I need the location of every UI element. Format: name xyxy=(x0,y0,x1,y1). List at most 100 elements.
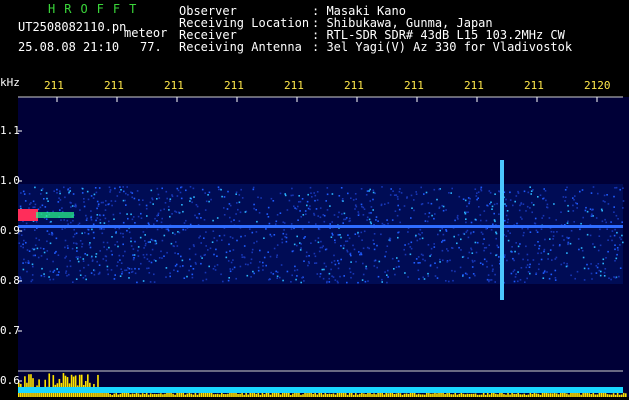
noise-speckle xyxy=(543,250,545,253)
noise-speckle xyxy=(167,228,169,230)
noise-speckle xyxy=(75,256,78,258)
noise-speckle xyxy=(281,238,283,241)
noise-speckle xyxy=(177,231,179,233)
noise-speckle xyxy=(89,246,92,249)
noise-speckle xyxy=(147,267,150,269)
noise-speckle xyxy=(524,281,526,283)
noise-speckle xyxy=(373,248,376,251)
noise-speckle xyxy=(491,270,494,272)
noise-speckle xyxy=(355,260,357,263)
noise-speckle xyxy=(153,273,155,276)
noise-speckle xyxy=(132,258,135,261)
noise-speckle xyxy=(404,253,407,256)
noise-speckle xyxy=(495,237,497,240)
activity-bar xyxy=(326,394,329,397)
activity-bar xyxy=(564,392,566,397)
noise-speckle xyxy=(262,261,264,264)
activity-bar xyxy=(383,394,385,397)
noise-speckle xyxy=(65,255,67,258)
noise-speckle xyxy=(223,214,226,216)
noise-speckle xyxy=(517,190,519,193)
noise-speckle xyxy=(96,207,98,210)
noise-speckle xyxy=(512,204,514,207)
activity-bar xyxy=(478,394,481,397)
noise-speckle xyxy=(398,190,401,193)
noise-speckle xyxy=(251,231,254,234)
noise-speckle xyxy=(232,259,234,261)
noise-speckle xyxy=(175,263,178,266)
noise-speckle xyxy=(375,216,378,218)
activity-bar xyxy=(212,394,215,397)
noise-speckle xyxy=(403,205,406,207)
noise-speckle xyxy=(384,255,386,258)
noise-speckle xyxy=(526,277,528,280)
noise-speckle xyxy=(161,257,163,259)
noise-speckle xyxy=(70,206,72,208)
noise-speckle xyxy=(427,275,430,277)
noise-speckle xyxy=(169,200,171,202)
activity-bar xyxy=(521,394,524,397)
noise-speckle xyxy=(407,231,409,233)
noise-speckle xyxy=(480,219,482,222)
noise-speckle xyxy=(595,272,598,274)
noise-speckle xyxy=(221,239,223,241)
noise-speckle xyxy=(19,205,22,208)
activity-bar xyxy=(484,394,487,397)
noise-speckle xyxy=(96,214,99,216)
noise-speckle xyxy=(415,191,417,193)
noise-speckle xyxy=(204,209,207,211)
activity-bar xyxy=(133,393,136,397)
noise-speckle xyxy=(128,277,130,279)
noise-speckle xyxy=(488,280,490,283)
noise-speckle xyxy=(439,258,441,261)
noise-speckle xyxy=(68,191,70,194)
activity-bar xyxy=(131,393,134,397)
noise-speckle xyxy=(23,258,25,261)
noise-speckle xyxy=(590,272,593,275)
noise-speckle xyxy=(176,195,179,197)
noise-speckle xyxy=(307,193,309,196)
activity-bar xyxy=(458,393,461,397)
noise-speckle xyxy=(517,280,519,283)
noise-speckle xyxy=(334,279,337,281)
noise-speckle xyxy=(276,271,279,273)
noise-speckle xyxy=(173,269,175,271)
activity-bar xyxy=(582,393,584,397)
noise-speckle xyxy=(250,258,253,261)
noise-speckle xyxy=(476,192,478,194)
activity-bar xyxy=(616,393,619,397)
activity-bar xyxy=(269,394,272,397)
noise-speckle xyxy=(345,240,347,243)
activity-bar xyxy=(365,394,367,397)
noise-speckle xyxy=(362,247,365,250)
activity-bar xyxy=(194,392,197,397)
noise-speckle xyxy=(419,238,421,240)
noise-speckle xyxy=(113,218,115,220)
noise-speckle xyxy=(260,197,262,199)
noise-speckle xyxy=(331,234,334,236)
noise-speckle xyxy=(296,244,298,247)
noise-speckle xyxy=(535,272,538,274)
noise-speckle xyxy=(176,270,179,273)
noise-speckle xyxy=(322,245,324,247)
noise-speckle xyxy=(413,199,415,201)
noise-speckle xyxy=(538,245,541,247)
noise-speckle xyxy=(66,265,69,268)
noise-speckle xyxy=(236,239,238,242)
noise-speckle xyxy=(596,266,599,269)
noise-speckle xyxy=(139,236,142,239)
noise-speckle xyxy=(465,218,467,220)
noise-speckle xyxy=(544,190,547,192)
noise-speckle xyxy=(104,209,107,211)
noise-speckle xyxy=(468,200,471,203)
activity-bar xyxy=(515,393,517,397)
noise-speckle xyxy=(228,203,231,205)
noise-speckle xyxy=(622,200,625,202)
noise-speckle xyxy=(181,204,183,206)
noise-speckle xyxy=(122,236,124,238)
noise-speckle xyxy=(83,266,85,269)
noise-speckle xyxy=(349,271,352,273)
noise-speckle xyxy=(133,254,136,256)
noise-speckle xyxy=(590,214,593,216)
noise-speckle xyxy=(369,188,371,191)
